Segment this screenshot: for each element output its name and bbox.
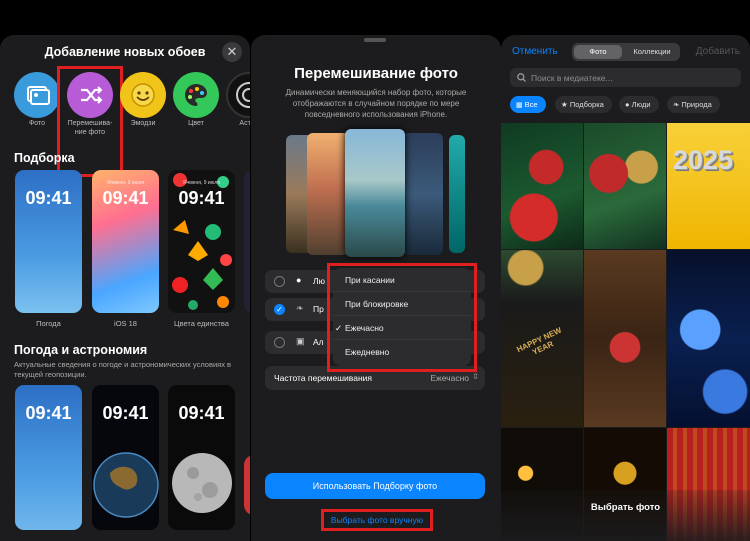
chevron-updown-icon: ⇳ [472, 372, 479, 381]
lock-time: 09:41 [178, 188, 225, 208]
radio-button[interactable] [274, 276, 285, 287]
choose-manually-link[interactable]: Выбрать фото вручную [321, 509, 433, 531]
preview-photo [403, 133, 443, 255]
category-emoji[interactable] [120, 72, 166, 118]
photo-tile[interactable] [584, 123, 666, 249]
tile-text: HAPPY NEW YEAR [515, 325, 563, 357]
radio-button-checked[interactable]: ✓ [274, 304, 285, 315]
wallpaper-unity[interactable]: Ячменя, 9 июля 09:41 [168, 170, 235, 313]
option-label: Лю [313, 276, 325, 286]
close-icon: ✕ [226, 44, 238, 59]
bottom-bar [501, 490, 750, 541]
category-label: Астро [239, 120, 250, 127]
lock-date: Ячменя, 9 июля [183, 180, 220, 186]
chip-label: Все [524, 100, 538, 109]
close-button[interactable]: ✕ [222, 42, 242, 62]
person-icon: ● [625, 100, 632, 109]
chip-label: Природа [681, 100, 712, 109]
photo-tile-2025[interactable]: 2025 [667, 123, 750, 249]
photo-tile[interactable] [667, 250, 750, 427]
wallpaper-weather-2[interactable]: 09:41 [15, 385, 82, 530]
category-astronomy[interactable] [226, 72, 250, 118]
astronomy-icon [236, 82, 250, 108]
photo-picker: Отменить Фото Коллекции Добавить Поиск в… [501, 35, 750, 541]
category-shuffle[interactable] [67, 72, 113, 118]
person-icon: ● [296, 275, 302, 285]
photo-tile[interactable] [501, 123, 583, 249]
chip-label: Люди [631, 100, 651, 109]
emoji-icon [131, 83, 155, 107]
tab-photo[interactable]: Фото [574, 45, 622, 59]
sheet-description: Динамически меняющийся набор фото, котор… [285, 88, 467, 119]
chip-label: Подборка [569, 100, 604, 109]
category-label: Перемешива- ние фото [67, 120, 113, 136]
add-button[interactable]: Добавить [696, 46, 740, 57]
lock-time: 09:41 [178, 403, 225, 423]
category-color[interactable] [173, 72, 219, 118]
option-label: Пр [313, 304, 324, 314]
photos-icon [27, 86, 50, 105]
use-featured-button[interactable]: Использовать Подборку фото [265, 473, 485, 499]
sheet-title: Перемешивание фото [294, 65, 458, 82]
frequency-value: Ежечасно [430, 373, 469, 383]
preview-photo-main [345, 129, 405, 257]
highlight-menu [327, 263, 477, 372]
wallpaper-ios18[interactable]: Ячменя, 9 июля 09:41 [92, 170, 159, 313]
leaf-icon: ❧ [296, 303, 304, 313]
wallpaper-more[interactable] [244, 170, 250, 313]
section-title: Погода и астрономия [14, 343, 148, 357]
radio-button[interactable] [274, 337, 285, 348]
chip-people[interactable]: ● Люди [619, 96, 659, 113]
lock-time: 09:41 [25, 403, 72, 423]
choose-photo-button[interactable]: Выбрать фото [501, 502, 750, 513]
wallpaper-label: Цвета единства [174, 319, 229, 328]
wallpaper-moon[interactable]: 09:41 [168, 385, 235, 530]
photo-tile-newyear[interactable]: HAPPY NEW YEAR [501, 250, 583, 427]
option-label: Ал [313, 337, 324, 347]
wallpaper-weather[interactable]: 09:41 [15, 170, 82, 313]
album-icon: ▣ [296, 336, 305, 346]
section-title: Подборка [14, 151, 75, 165]
search-placeholder: Поиск в медиатеке... [531, 73, 613, 83]
chip-nature[interactable]: ❧ Природа [667, 96, 720, 113]
category-photos[interactable] [14, 72, 60, 118]
chip-all[interactable]: ▦ Все [510, 96, 546, 113]
lock-time: 09:41 [25, 188, 72, 208]
search-icon [517, 73, 526, 82]
shuffle-icon [81, 86, 103, 104]
lock-date: Ячменя, 9 июля [107, 180, 144, 186]
sheet-grabber[interactable] [364, 38, 386, 42]
category-label: Цвет [188, 120, 204, 127]
cancel-button[interactable]: Отменить [512, 46, 558, 57]
segmented-control: Фото Коллекции [572, 43, 680, 61]
lock-time: 09:41 [102, 188, 149, 208]
sheet-title: Добавление новых обоев [44, 45, 206, 59]
tab-collections[interactable]: Коллекции [626, 45, 678, 59]
wallpaper-more[interactable] [244, 455, 250, 515]
chip-featured[interactable]: ★ Подборка [555, 96, 612, 113]
frequency-label: Частота перемешивания [274, 373, 372, 383]
wallpaper-earth[interactable]: 09:41 [92, 385, 159, 530]
section-description: Актуальные сведения о погоде и астрономи… [14, 360, 232, 379]
add-wallpaper-sheet: Добавление новых обоев ✕ Фото Перемешива… [0, 35, 250, 541]
photo-tile[interactable] [584, 250, 666, 427]
star-icon: ★ [561, 100, 570, 109]
lock-time: 09:41 [102, 403, 149, 423]
grid-icon: ▦ [516, 102, 525, 109]
palette-icon [185, 84, 207, 106]
search-field[interactable]: Поиск в медиатеке... [510, 68, 741, 87]
tile-text: 2025 [673, 145, 734, 175]
preview-photo [449, 135, 465, 253]
preview-photo [307, 133, 349, 255]
wallpaper-label: Погода [36, 319, 61, 328]
wallpaper-label: iOS 18 [114, 319, 137, 328]
category-label: Эмодзи [130, 120, 156, 127]
